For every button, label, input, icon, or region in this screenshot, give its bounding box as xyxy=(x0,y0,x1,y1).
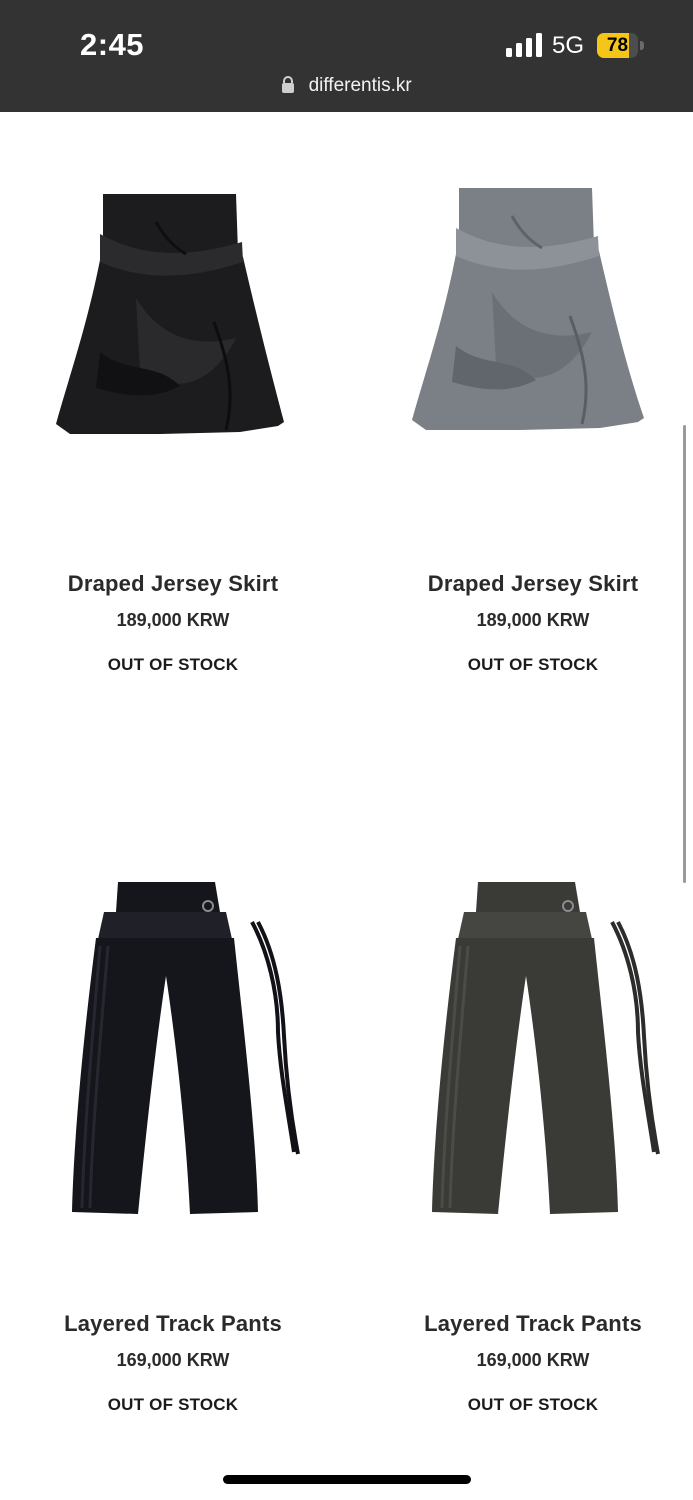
product-price: 189,000 KRW xyxy=(476,610,590,630)
home-indicator[interactable] xyxy=(223,1475,471,1484)
scrollbar[interactable] xyxy=(683,425,686,883)
url-text: differentis.kr xyxy=(308,75,412,96)
product-image-skirt[interactable] xyxy=(360,112,693,532)
stock-status: OUT OF STOCK xyxy=(107,1395,239,1414)
lock-icon xyxy=(282,76,295,93)
network-type: 5G xyxy=(552,32,585,59)
product-card[interactable]: Layered Track Pants 169,000 KRW OUT OF S… xyxy=(0,852,346,1442)
product-price: 169,000 KRW xyxy=(116,1350,230,1370)
product-image-pants[interactable] xyxy=(0,852,346,1272)
product-price: 189,000 KRW xyxy=(116,610,230,630)
stock-status: OUT OF STOCK xyxy=(467,655,599,674)
product-image-pants[interactable] xyxy=(360,852,693,1272)
product-image-skirt[interactable] xyxy=(0,112,346,532)
pants-waistband xyxy=(116,882,220,912)
product-name[interactable]: Layered Track Pants xyxy=(360,1311,693,1337)
cellular-signal-icon xyxy=(506,33,542,57)
product-name[interactable]: Layered Track Pants xyxy=(0,1311,346,1337)
product-card[interactable]: Draped Jersey Skirt 189,000 KRW OUT OF S… xyxy=(360,112,693,702)
skirt-body xyxy=(56,194,284,434)
product-price: 169,000 KRW xyxy=(476,1350,590,1370)
pants-waistband xyxy=(476,882,580,912)
pants-legs xyxy=(72,938,258,1214)
product-name[interactable]: Draped Jersey Skirt xyxy=(0,571,346,597)
stock-status: OUT OF STOCK xyxy=(107,655,239,674)
stock-status: OUT OF STOCK xyxy=(467,1395,599,1414)
product-grid: Draped Jersey Skirt 189,000 KRW OUT OF S… xyxy=(0,112,693,1500)
product-card[interactable]: Layered Track Pants 169,000 KRW OUT OF S… xyxy=(360,852,693,1442)
product-card[interactable]: Draped Jersey Skirt 189,000 KRW OUT OF S… xyxy=(0,112,346,702)
pants-legs xyxy=(432,938,618,1214)
battery-icon: 78 xyxy=(597,33,647,58)
address-bar[interactable]: differentis.kr xyxy=(0,75,693,97)
status-bar: 2:45 5G 78 differentis.kr xyxy=(0,0,693,112)
product-name[interactable]: Draped Jersey Skirt xyxy=(360,571,693,597)
status-time: 2:45 xyxy=(80,27,145,62)
skirt-body xyxy=(412,188,644,430)
battery-percentage: 78 xyxy=(606,35,629,56)
